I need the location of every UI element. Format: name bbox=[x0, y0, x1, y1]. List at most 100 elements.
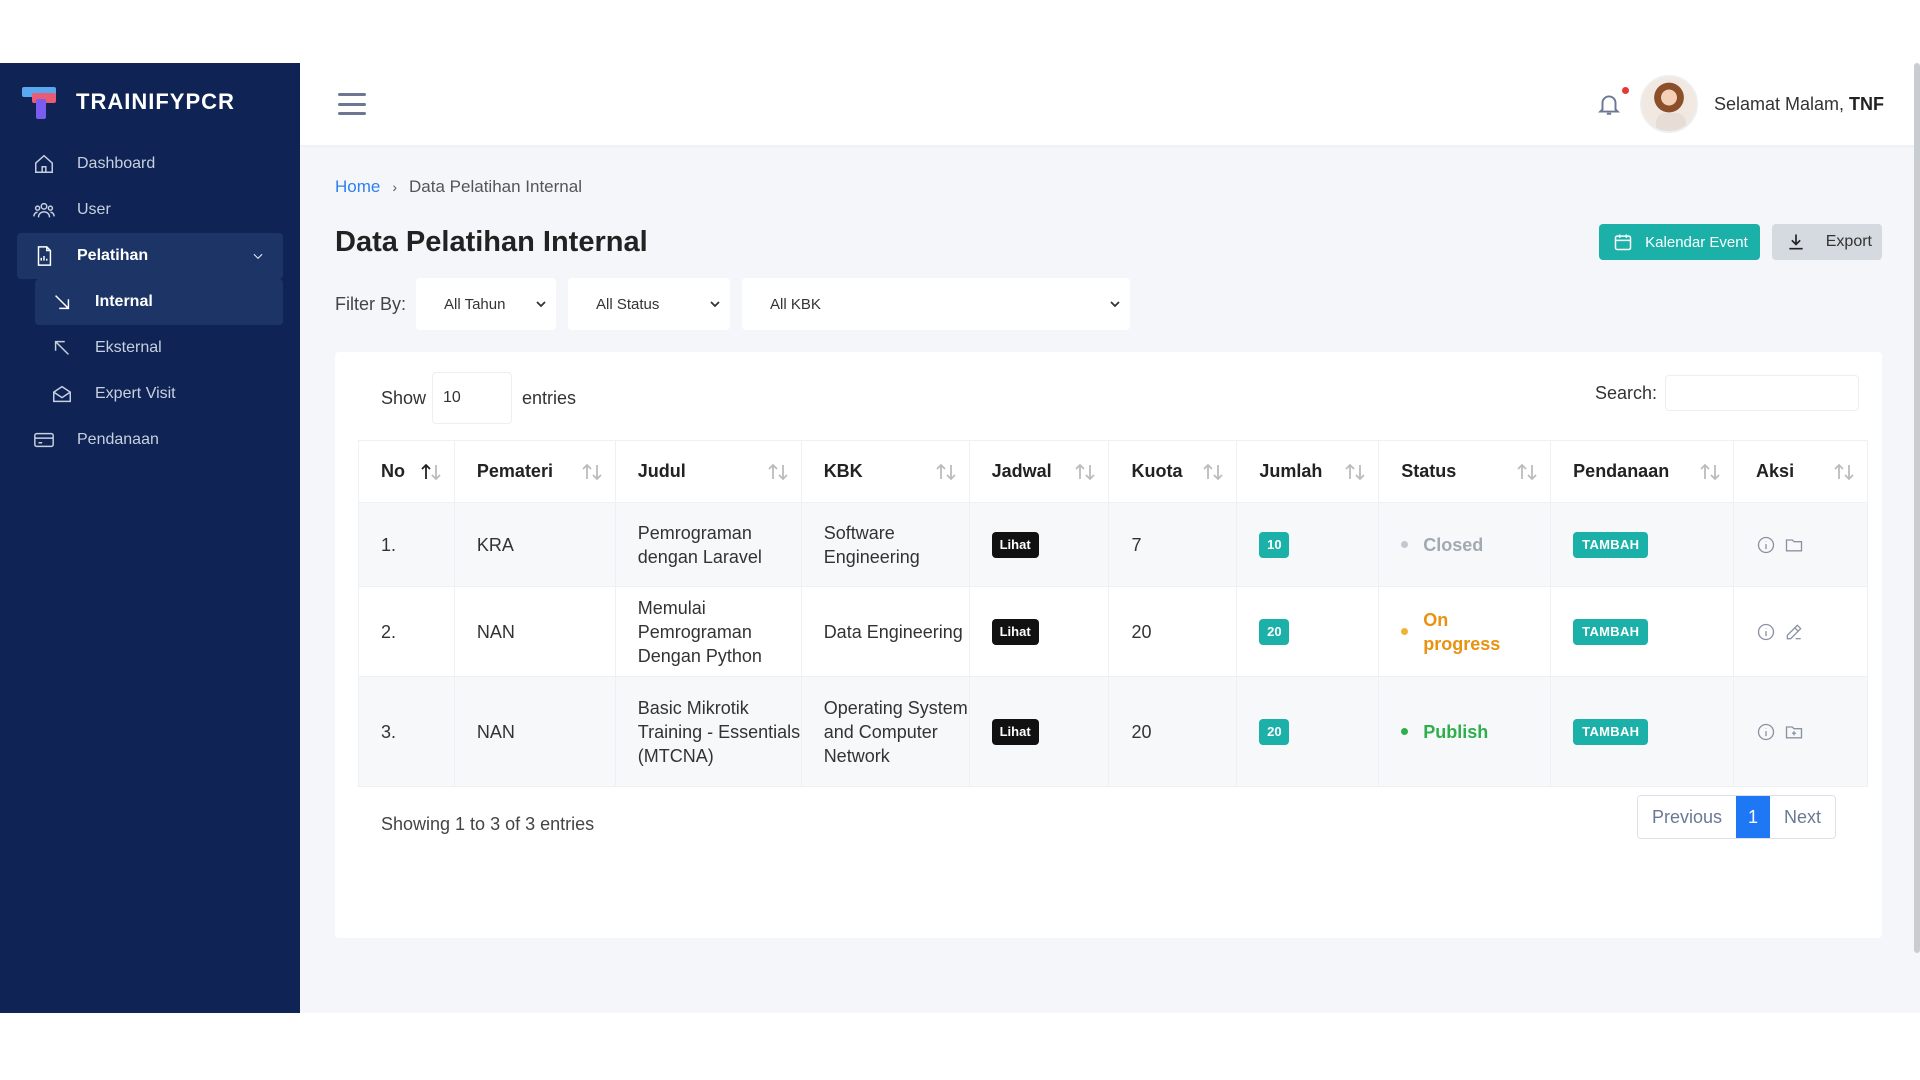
cell-kuota: 20 bbox=[1108, 586, 1238, 677]
status-label: Closed bbox=[1423, 534, 1484, 555]
greeting[interactable]: Selamat Malam, TNF bbox=[1714, 94, 1884, 115]
status-label: Publish bbox=[1423, 721, 1489, 742]
column-header-label: Jadwal bbox=[991, 461, 1052, 481]
previous-page-button[interactable]: Previous bbox=[1638, 796, 1736, 838]
info-icon[interactable] bbox=[1756, 622, 1776, 642]
page-1-button[interactable]: 1 bbox=[1735, 796, 1770, 838]
filter-status-select[interactable]: All Status bbox=[568, 278, 731, 330]
sidebar-item-label: Pelatihan bbox=[77, 247, 149, 264]
brand[interactable]: TRAINIFYPCR bbox=[0, 63, 300, 141]
table-row: 3. NAN Basic Mikrotik Training - Essenti… bbox=[358, 676, 1868, 787]
column-header-jumlah[interactable]: Jumlah bbox=[1236, 440, 1380, 503]
sidebar-item-eksternal[interactable]: Eksternal bbox=[35, 325, 283, 371]
cell-jadwal: Lihat bbox=[968, 676, 1110, 787]
training-table: No Pemateri Judul KBK Jadwal Kuota Jumla… bbox=[358, 440, 1868, 787]
notification-dot bbox=[1617, 82, 1634, 98]
column-header-aksi[interactable]: Aksi bbox=[1733, 440, 1868, 503]
breadcrumb-current: Data Pelatihan Internal bbox=[409, 177, 582, 196]
mail-open-icon bbox=[53, 385, 71, 403]
column-header-status[interactable]: Status bbox=[1378, 440, 1552, 503]
jumlah-badge[interactable]: 10 bbox=[1259, 532, 1290, 558]
sort-icon bbox=[581, 463, 603, 481]
chevron-down-icon bbox=[1110, 299, 1120, 309]
sort-icon bbox=[1202, 463, 1224, 481]
folder-icon[interactable] bbox=[1784, 535, 1804, 555]
cell-kbk: Data Engineering bbox=[800, 586, 970, 677]
chevron-down-icon bbox=[710, 299, 720, 309]
entries-length-input[interactable]: 10 bbox=[432, 372, 513, 424]
content: Home › Data Pelatihan Internal Data Pela… bbox=[300, 170, 1920, 938]
sort-icon bbox=[1344, 463, 1366, 481]
filter-kbk-select[interactable]: All KBK bbox=[742, 278, 1131, 330]
column-header-label: Aksi bbox=[1756, 461, 1795, 481]
sidebar-item-user[interactable]: User bbox=[17, 187, 283, 233]
sidebar-item-dashboard[interactable]: Dashboard bbox=[17, 141, 283, 187]
cell-judul: Memulai Pemrograman Dengan Python bbox=[614, 586, 802, 677]
cell-status: Closed bbox=[1378, 502, 1552, 587]
filter-status-value: All Status bbox=[596, 295, 660, 313]
show-label: Show bbox=[381, 387, 427, 408]
sidebar-item-pelatihan[interactable]: Pelatihan bbox=[17, 233, 283, 279]
jumlah-badge[interactable]: 20 bbox=[1259, 619, 1290, 645]
search-box: Search: bbox=[1595, 375, 1859, 411]
cell-pendanaan: TAMBAH bbox=[1550, 676, 1735, 787]
table-row: 1. KRA Pemrograman dengan Laravel Softwa… bbox=[358, 502, 1868, 587]
sort-icon bbox=[767, 463, 789, 481]
avatar[interactable] bbox=[1639, 75, 1698, 133]
info-icon[interactable] bbox=[1756, 722, 1776, 742]
brand-logo bbox=[22, 85, 58, 119]
filter-tahun-value: All Tahun bbox=[444, 295, 506, 313]
status-badge: On progress bbox=[1401, 608, 1550, 656]
column-header-no[interactable]: No bbox=[358, 440, 455, 503]
calendar-event-button[interactable]: Kalendar Event bbox=[1599, 224, 1760, 260]
cell-jadwal: Lihat bbox=[968, 502, 1110, 587]
cell-jumlah: 10 bbox=[1236, 502, 1380, 587]
column-header-jadwal[interactable]: Jadwal bbox=[968, 440, 1110, 503]
folder-plus-icon[interactable] bbox=[1784, 722, 1804, 742]
sidebar-item-expert-visit[interactable]: Expert Visit bbox=[35, 371, 283, 417]
main-area: Selamat Malam, TNF Home › Data Pelatihan… bbox=[300, 63, 1920, 1013]
column-header-kuota[interactable]: Kuota bbox=[1108, 440, 1238, 503]
status-label: On progress bbox=[1423, 609, 1501, 654]
calendar-event-label: Kalendar Event bbox=[1645, 233, 1748, 251]
tambah-pendanaan-button[interactable]: TAMBAH bbox=[1573, 532, 1649, 558]
cell-kbk: Operating System and Computer Network bbox=[800, 676, 970, 787]
sidebar-item-label: Pendanaan bbox=[77, 431, 159, 448]
tambah-pendanaan-button[interactable]: TAMBAH bbox=[1573, 619, 1649, 645]
edit-icon[interactable] bbox=[1784, 622, 1804, 642]
sort-icon bbox=[1074, 463, 1096, 481]
sidebar-item-label: User bbox=[77, 201, 111, 218]
filter-tahun-select[interactable]: All Tahun bbox=[416, 278, 557, 330]
lihat-jadwal-button[interactable]: Lihat bbox=[991, 532, 1039, 558]
export-button[interactable]: Export bbox=[1771, 224, 1882, 260]
cell-jadwal: Lihat bbox=[968, 586, 1110, 677]
column-header-pendanaan[interactable]: Pendanaan bbox=[1550, 440, 1735, 503]
sidebar-item-internal[interactable]: Internal bbox=[35, 279, 283, 325]
row-actions bbox=[1756, 622, 1867, 642]
cell-no: 3. bbox=[358, 676, 455, 787]
topbar: Selamat Malam, TNF bbox=[300, 63, 1920, 145]
page-scrollbar[interactable] bbox=[1914, 63, 1920, 953]
greeting-text: Selamat Malam, bbox=[1713, 93, 1849, 114]
next-page-button[interactable]: Next bbox=[1770, 796, 1835, 838]
sidebar-item-pendanaan[interactable]: Pendanaan bbox=[17, 417, 283, 463]
title-row: Data Pelatihan Internal Kalendar Event E… bbox=[335, 222, 1882, 262]
jumlah-badge[interactable]: 20 bbox=[1259, 719, 1290, 745]
notification-bell-icon[interactable] bbox=[1596, 82, 1634, 118]
sidebar-item-label: Internal bbox=[95, 293, 153, 310]
column-header-kbk[interactable]: KBK bbox=[800, 440, 970, 503]
info-icon[interactable] bbox=[1756, 535, 1776, 555]
table-header-row: No Pemateri Judul KBK Jadwal Kuota Jumla… bbox=[358, 440, 1868, 503]
hamburger-menu-icon[interactable] bbox=[338, 93, 366, 115]
table-row: 2. NAN Memulai Pemrograman Dengan Python… bbox=[358, 586, 1868, 677]
column-header-pemateri[interactable]: Pemateri bbox=[453, 440, 616, 503]
cell-aksi bbox=[1733, 586, 1868, 677]
tambah-pendanaan-button[interactable]: TAMBAH bbox=[1573, 719, 1649, 745]
cell-kuota: 20 bbox=[1108, 676, 1238, 787]
cell-kuota: 7 bbox=[1108, 502, 1238, 587]
search-input[interactable] bbox=[1665, 375, 1859, 411]
lihat-jadwal-button[interactable]: Lihat bbox=[991, 719, 1039, 745]
column-header-judul[interactable]: Judul bbox=[614, 440, 802, 503]
lihat-jadwal-button[interactable]: Lihat bbox=[991, 619, 1039, 645]
breadcrumb-home-link[interactable]: Home bbox=[335, 177, 380, 197]
